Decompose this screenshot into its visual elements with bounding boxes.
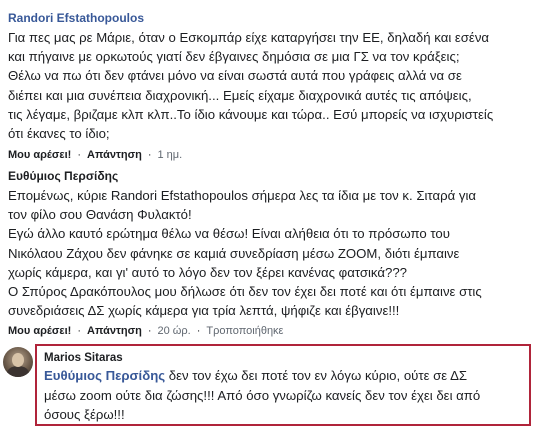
comment-text-line: Εγώ άλλο καυτό ερώτημα θέλω να θέσω! Είν… [8,226,450,242]
separator-dot: · [147,325,152,337]
comment-text-line: συνεδριάσεις ΔΣ χωρίς κάμερα για τρία λε… [8,303,400,319]
comment-text-line: ότι έκανες το ίδιο; [8,126,110,142]
comment-author[interactable]: Ευθύμιος Περσίδης [8,169,532,184]
comment-text-line: Θέλω να πω ότι δεν φτάνει μόνο να είναι … [8,68,462,84]
comment-randori: Randori Efstathopoulos Για πες μας ρε Μά… [8,11,532,143]
reply-text-line: όσους ξέρω!!! [44,407,125,422]
separator-dot: · [77,149,82,161]
edited-label: Τροποποιήθηκε [206,325,284,337]
comment-author[interactable]: Randori Efstathopoulos [8,11,532,26]
reply-text: Ευθύμιος Περσίδης δεν τον έχω δει ποτέ τ… [44,366,524,425]
reply-button[interactable]: Απάντηση [87,149,142,161]
like-button[interactable]: Μου αρέσει! [8,149,71,161]
comment-text-line: τις λέγαμε, βριζαμε κλπ κλπ..Το ίδιο κάν… [8,106,494,122]
comment-actions: Μου αρέσει! · Απάντηση · 1 ημ. [8,148,532,162]
avatar-face [12,353,24,367]
comment-actions: Μου αρέσει! · Απάντηση · 20 ώρ. · Τροποποιήθηκ… [8,324,532,338]
reply-author[interactable]: Marios Sitaras [44,351,123,366]
comment-text-line: Επομένως, κύριε Randori Efstathopoulos σ… [8,188,477,203]
like-button[interactable]: Μου αρέσει! [8,325,71,337]
comment-text-line: χωρίς κάμερα, και γι' αυτό το λόγο δεν τ… [8,264,407,280]
reply-text-line: μέσω zoom ούτε δια ζώσης!!! Από όσο γνωρ… [44,387,481,403]
highlighted-reply: Marios Sitaras Ευθύμιος Περσίδης δεν τον… [35,344,531,426]
comment-efthymios: Ευθύμιος Περσίδης Επομένως, κύριε Randor… [8,169,532,320]
avatar-shoulders [7,366,29,377]
reply-text-line: δεν τον έχω δει ποτέ τον εν λόγω κύριο, … [165,368,468,383]
comment-text-line: διέπει και μια συνέπεια διαχρονική... Εμ… [8,87,472,103]
separator-dot: · [77,325,82,337]
comment-text-line: Ο Σπύρος Δρακόπουλος μου δήλωσε ότι δεν … [8,284,482,300]
comment-text-line: και πήγαινε με ορκωτούς γιατί δεν έβγαιν… [8,49,460,65]
comment-text-line: Για πες μας ρε Μάριε, όταν ο Εσκομπάρ εί… [8,30,490,45]
avatar[interactable] [3,347,33,377]
separator-dot: · [196,325,201,337]
comment-text-line: τον φίλο σου Θανάση Φυλακτό! [8,207,192,223]
comment-text-line: Νικόλαου Ζάχου δεν φάνηκε σε καμιά συνεδ… [8,245,460,261]
reply-button[interactable]: Απάντηση [87,325,142,337]
mention-link[interactable]: Ευθύμιος Περσίδης [44,368,165,383]
separator-dot: · [147,149,152,161]
comment-timestamp[interactable]: 20 ώρ. [158,325,191,337]
comment-timestamp[interactable]: 1 ημ. [158,149,183,161]
